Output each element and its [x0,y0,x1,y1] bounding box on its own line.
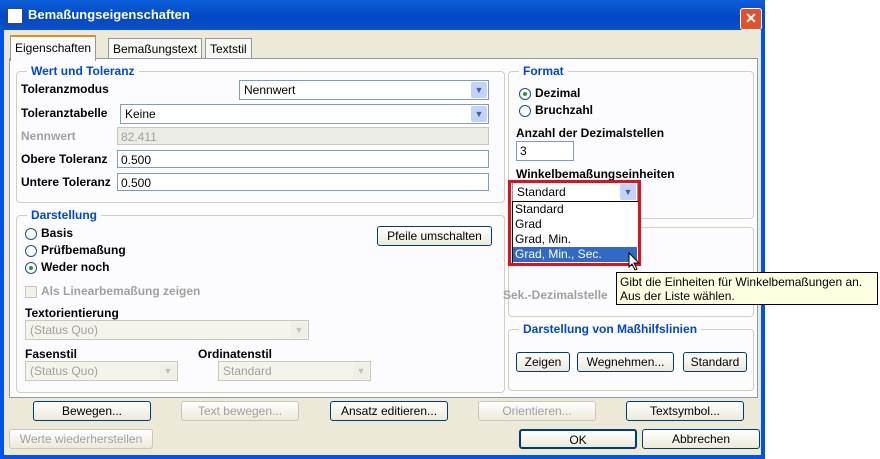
tab-bemassungstext[interactable]: Bemaßungstext [108,38,203,59]
linear-checkbox [25,286,37,298]
radio-basis[interactable] [25,228,37,240]
tolerance-table-value: Keine [125,107,156,121]
chamfer-value: (Status Quo) [30,364,99,378]
upper-tolerance-label: Obere Toleranz [21,152,108,166]
tolerance-mode-label: Toleranzmodus [21,82,109,96]
decimals-field[interactable]: 3 [516,141,574,161]
radio-bruchzahl-label: Bruchzahl [535,103,594,117]
text-orientation-label: Textorientierung [25,306,119,320]
chevron-down-icon: ▼ [353,363,369,379]
lower-tolerance-label: Untere Toleranz [21,175,111,189]
tolerance-table-select[interactable]: Keine ▼ [120,104,489,124]
tooltip-line: Aus der Liste wählen. [620,289,735,303]
chamfer-label: Fasenstil [25,347,78,361]
text-symbol-button[interactable]: Textsymbol... [626,401,744,421]
radio-bruchzahl[interactable] [519,105,531,117]
radio-pruefbemassung[interactable] [25,245,37,257]
ordinate-select: Standard ▼ [218,361,371,381]
group-display: Darstellung Basis Prüfbemaßung Weder noc… [16,208,505,393]
tab-panel: Wert und Toleranz Toleranzmodus Nennwert… [9,58,758,398]
dialog-client: Eigenschaften Bemaßungstext Textstil Wer… [4,30,761,455]
mouse-pointer-icon [628,252,641,271]
title-bar[interactable]: Bemaßungseigenschaften ✕ [0,0,765,30]
radio-weder-noch[interactable] [25,262,37,274]
radio-dezimal[interactable] [519,88,531,100]
chevron-down-icon: ▼ [291,322,307,338]
move-text-button: Text bewegen... [181,401,299,421]
group-value-tolerance: Wert und Toleranz Toleranzmodus Nennwert… [16,64,505,203]
tab-eigenschaften[interactable]: Eigenschaften [10,35,97,61]
nominal-field: 82.411 [117,127,489,145]
show-button[interactable]: Zeigen [516,352,570,372]
edit-attachment-button[interactable]: Ansatz editieren... [330,401,448,421]
window-title: Bemaßungseigenschaften [28,7,190,22]
lower-tolerance-field[interactable]: 0.500 [117,173,489,191]
nominal-label: Nennwert [21,129,76,143]
text-orientation-select: (Status Quo) ▼ [25,320,309,340]
group-title: Wert und Toleranz [27,64,139,78]
orient-button: Orientieren... [478,401,596,421]
chevron-down-icon[interactable]: ▼ [471,82,487,98]
group-title: Format [519,64,568,78]
radio-pruefbemassung-label: Prüfbemaßung [41,243,126,257]
ok-button[interactable]: OK [519,429,637,449]
tolerance-mode-select[interactable]: Nennwert ▼ [239,80,489,100]
tooltip: Gibt die Einheiten für Winkelbemaßungen … [616,272,878,305]
move-button[interactable]: Bewegen... [33,401,151,421]
app-icon [7,8,23,24]
chamfer-select: (Status Quo) ▼ [25,361,178,381]
chevron-down-icon[interactable]: ▼ [471,106,487,122]
ordinate-value: Standard [223,364,272,378]
group-title: Darstellung [27,208,102,222]
restore-values-button: Werte wiederherstellen [9,429,153,449]
secondary-decimals-label: Sek.-Dezimalstelle [503,288,608,302]
radio-basis-label: Basis [41,226,74,240]
group-extension-lines: Darstellung von Maßhilfslinien Zeigen We… [508,322,754,391]
radio-weder-noch-label: Weder noch [41,260,110,274]
chevron-down-icon: ▼ [160,363,176,379]
dialog-window: Bemaßungseigenschaften ✕ Eigenschaften B… [0,0,765,459]
remove-button[interactable]: Wegnehmen... [577,352,674,372]
tab-textstil[interactable]: Textstil [205,38,252,59]
tolerance-table-label: Toleranztabelle [21,106,108,120]
tooltip-line: Gibt die Einheiten für Winkelbemaßungen … [620,275,863,289]
group-title: Darstellung von Maßhilfslinien [519,322,702,336]
cancel-button[interactable]: Abbrechen [642,429,760,449]
text-orientation-value: (Status Quo) [30,323,99,337]
upper-tolerance-field[interactable]: 0.500 [117,150,489,168]
linear-checkbox-label: Als Linearbemaßung zeigen [41,284,201,298]
highlight-frame [508,180,641,266]
radio-dezimal-label: Dezimal [535,86,581,100]
decimals-label: Anzahl der Dezimalstellen [516,126,665,140]
ordinate-label: Ordinatenstil [198,347,273,361]
angle-units-label: Winkelbemaßungseinheiten [516,167,675,181]
default-button[interactable]: Standard [683,352,747,372]
tolerance-mode-value: Nennwert [244,83,296,97]
close-button[interactable]: ✕ [740,8,762,30]
flip-arrows-button[interactable]: Pfeile umschalten [377,226,492,246]
